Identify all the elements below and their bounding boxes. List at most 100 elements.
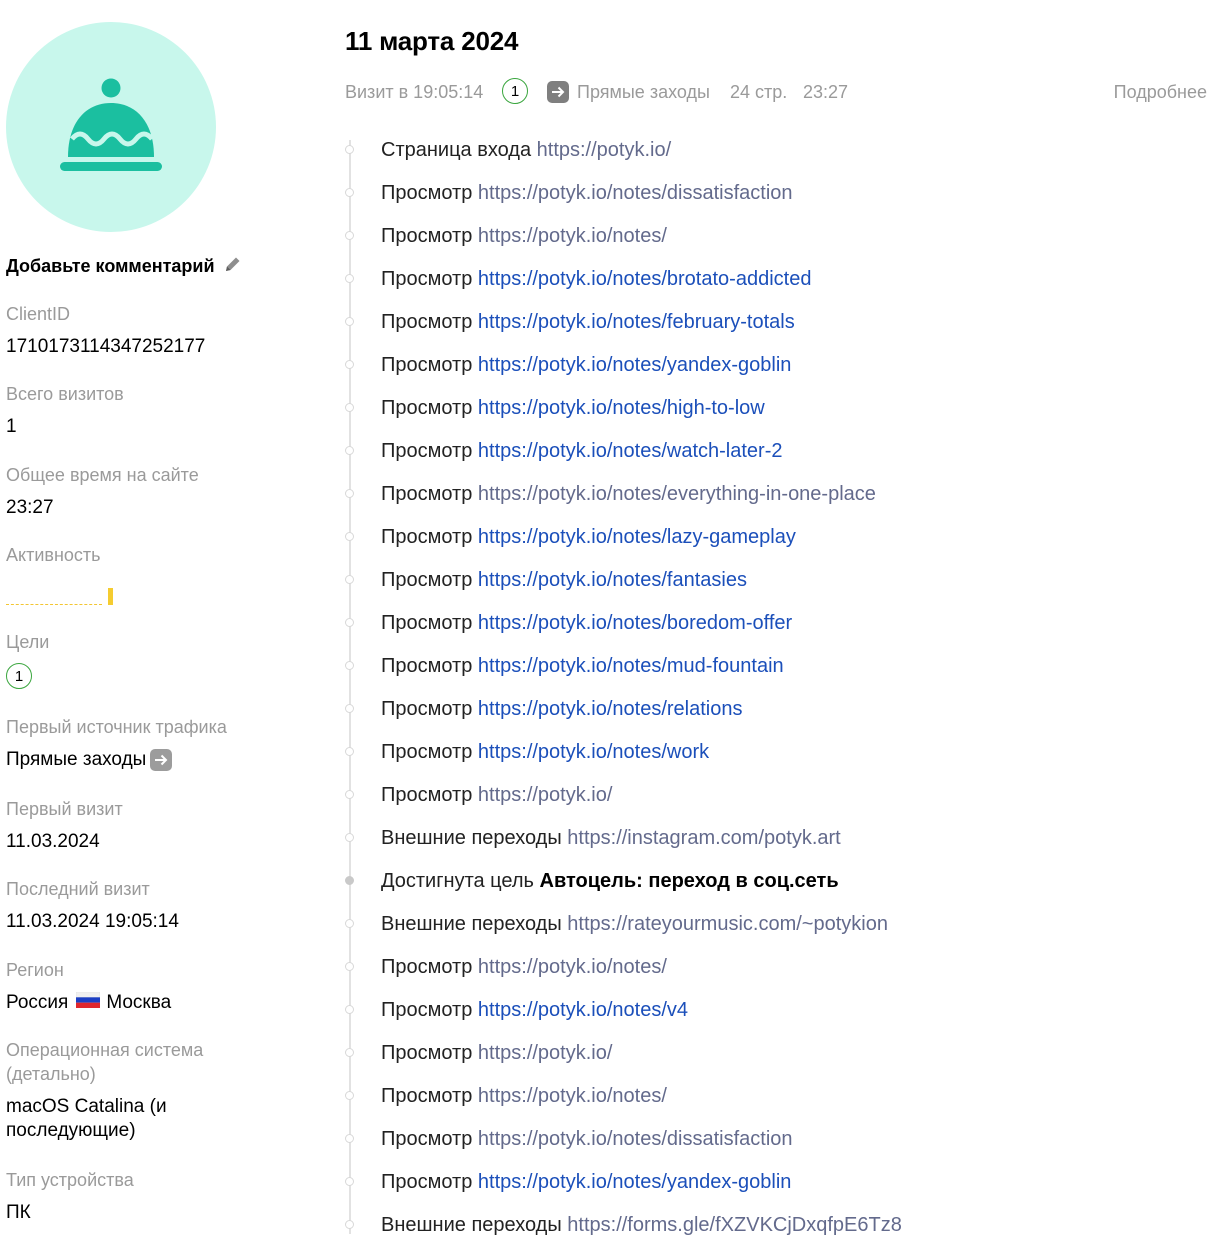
activity-label: Активность bbox=[6, 545, 101, 565]
timeline-event: Просмотр https://potyk.io/notes/v4 bbox=[381, 998, 688, 1022]
first-source-label: Первый источник трафика bbox=[6, 717, 227, 737]
device-label: Тип устройства bbox=[6, 1170, 134, 1190]
os-value-line2: последующие) bbox=[6, 1120, 136, 1141]
activity-bar bbox=[108, 588, 113, 605]
visit-summary-bar: Визит в 19:05:14 1 Прямые заходы 24 стр.… bbox=[345, 78, 1207, 108]
timeline-dot bbox=[345, 833, 354, 842]
timeline-event: Просмотр https://potyk.io/ bbox=[381, 783, 612, 807]
timeline-dot bbox=[345, 188, 354, 197]
timeline-event: Достигнута цель Автоцель: переход в соц.… bbox=[381, 869, 839, 893]
field-total-time: Общее время на сайте 23:27 bbox=[6, 463, 199, 520]
timeline-event: Просмотр https://potyk.io/notes/fantasie… bbox=[381, 568, 747, 592]
timeline-event: Страница входа https://potyk.io/ bbox=[381, 138, 671, 162]
event-url-link[interactable]: https://potyk.io/ bbox=[537, 139, 672, 161]
visit-details-link[interactable]: Подробнее bbox=[1114, 82, 1207, 103]
event-url-link[interactable]: https://potyk.io/ bbox=[478, 1042, 613, 1064]
event-type: Страница входа bbox=[381, 139, 532, 161]
first-source-value: Прямые заходы bbox=[6, 748, 227, 772]
region-value: Россия Москва bbox=[6, 991, 171, 1015]
event-url-link[interactable]: https://potyk.io/notes/brotato-addicted bbox=[478, 268, 812, 290]
russia-flag-icon bbox=[76, 991, 101, 1015]
timeline-event: Просмотр https://potyk.io/ bbox=[381, 1041, 612, 1065]
timeline-event: Просмотр https://potyk.io/notes/ bbox=[381, 1084, 667, 1108]
event-type: Просмотр bbox=[381, 612, 473, 634]
timeline-dot bbox=[345, 1048, 354, 1057]
field-region: Регион Россия Москва bbox=[6, 958, 171, 1015]
event-url-link[interactable]: https://potyk.io/notes/everything-in-one… bbox=[478, 483, 876, 505]
timeline-dot bbox=[345, 919, 354, 928]
timeline-dot bbox=[345, 704, 354, 713]
add-comment[interactable]: Добавьте комментарий bbox=[6, 254, 243, 279]
total-visits-label: Всего визитов bbox=[6, 384, 124, 404]
event-url-link[interactable]: https://potyk.io/notes/high-to-low bbox=[478, 397, 765, 419]
event-type: Просмотр bbox=[381, 1128, 473, 1150]
event-url-link[interactable]: https://potyk.io/notes/dissatisfaction bbox=[478, 182, 793, 204]
event-type: Просмотр bbox=[381, 440, 473, 462]
visit-goals-badge[interactable]: 1 bbox=[502, 78, 528, 104]
event-type: Просмотр bbox=[381, 225, 473, 247]
event-url-link[interactable]: https://potyk.io/notes/yandex-goblin bbox=[478, 1171, 792, 1193]
event-type: Внешние переходы bbox=[381, 827, 562, 849]
timeline-event: Просмотр https://potyk.io/notes/watch-la… bbox=[381, 439, 783, 463]
field-client-id: ClientID 1710173114347252177 bbox=[6, 302, 205, 359]
event-url-link[interactable]: https://potyk.io/notes/february-totals bbox=[478, 311, 795, 333]
goals-count-badge[interactable]: 1 bbox=[6, 663, 32, 689]
region-label: Регион bbox=[6, 960, 64, 980]
timeline-goal-dot bbox=[345, 876, 354, 885]
event-url-link[interactable]: https://potyk.io/notes/relations bbox=[478, 698, 743, 720]
event-url-link[interactable]: https://potyk.io/notes/v4 bbox=[478, 999, 688, 1021]
timeline-event: Просмотр https://potyk.io/notes/february… bbox=[381, 310, 795, 334]
field-os: Операционная система (детально) macOS Ca… bbox=[6, 1038, 203, 1143]
first-source-text: Прямые заходы bbox=[6, 749, 147, 770]
event-type: Внешние переходы bbox=[381, 913, 562, 935]
timeline-event: Просмотр https://potyk.io/notes/ bbox=[381, 224, 667, 248]
event-url-link[interactable]: https://potyk.io/notes/mud-fountain bbox=[478, 655, 784, 677]
cloche-icon bbox=[60, 78, 162, 171]
event-url-link[interactable]: https://potyk.io/notes/ bbox=[478, 956, 667, 978]
timeline-event: Просмотр https://potyk.io/notes/relation… bbox=[381, 697, 743, 721]
timeline-event: Внешние переходы https://rateyourmusic.c… bbox=[381, 912, 888, 936]
event-type: Просмотр bbox=[381, 1042, 473, 1064]
event-goal-name: Автоцель: переход в соц.сеть bbox=[539, 870, 839, 892]
timeline-dot bbox=[345, 360, 354, 369]
comment-label[interactable]: Добавьте комментарий bbox=[6, 256, 215, 277]
event-url-link[interactable]: https://potyk.io/ bbox=[478, 784, 613, 806]
timeline-dot bbox=[345, 962, 354, 971]
event-url-link[interactable]: https://forms.gle/fXZVKCjDxqfpE6Tz8 bbox=[567, 1214, 902, 1236]
event-type: Просмотр bbox=[381, 354, 473, 376]
timeline-dot bbox=[345, 231, 354, 240]
timeline-dot bbox=[345, 1220, 354, 1229]
field-first-visit: Первый визит 11.03.2024 bbox=[6, 797, 123, 854]
direct-arrow-icon bbox=[150, 748, 173, 771]
event-url-link[interactable]: https://potyk.io/notes/lazy-gameplay bbox=[478, 526, 796, 548]
timeline-dot bbox=[345, 661, 354, 670]
event-type: Просмотр bbox=[381, 569, 473, 591]
timeline-event: Просмотр https://potyk.io/notes/lazy-gam… bbox=[381, 525, 796, 549]
timeline-event: Просмотр https://potyk.io/notes/ bbox=[381, 955, 667, 979]
event-type: Просмотр bbox=[381, 483, 473, 505]
event-url-link[interactable]: https://potyk.io/notes/work bbox=[478, 741, 709, 763]
event-url-link[interactable]: https://potyk.io/notes/ bbox=[478, 225, 667, 247]
region-city: Москва bbox=[106, 992, 172, 1014]
timeline-dot bbox=[345, 274, 354, 283]
event-type: Просмотр bbox=[381, 1171, 473, 1193]
pencil-icon[interactable] bbox=[223, 254, 243, 279]
event-url-link[interactable]: https://potyk.io/notes/dissatisfaction bbox=[478, 1128, 793, 1150]
event-url-link[interactable]: https://rateyourmusic.com/~potykion bbox=[567, 913, 888, 935]
event-url-link[interactable]: https://potyk.io/notes/ bbox=[478, 1085, 667, 1107]
timeline-dot bbox=[345, 747, 354, 756]
event-url-link[interactable]: https://potyk.io/notes/yandex-goblin bbox=[478, 354, 792, 376]
event-type: Достигнута цель bbox=[381, 870, 534, 892]
visit-date-title: 11 марта 2024 bbox=[345, 26, 519, 56]
client-id-label: ClientID bbox=[6, 304, 71, 324]
event-type: Просмотр bbox=[381, 1085, 473, 1107]
timeline-dot bbox=[345, 446, 354, 455]
event-type: Просмотр bbox=[381, 741, 473, 763]
event-url-link[interactable]: https://potyk.io/notes/boredom-offer bbox=[478, 612, 792, 634]
first-visit-value: 11.03.2024 bbox=[6, 831, 100, 852]
event-url-link[interactable]: https://instagram.com/potyk.art bbox=[567, 827, 840, 849]
field-goals: Цели 1 bbox=[6, 630, 49, 689]
event-url-link[interactable]: https://potyk.io/notes/watch-later-2 bbox=[478, 440, 783, 462]
timeline-dot bbox=[345, 532, 354, 541]
event-url-link[interactable]: https://potyk.io/notes/fantasies bbox=[478, 569, 747, 591]
